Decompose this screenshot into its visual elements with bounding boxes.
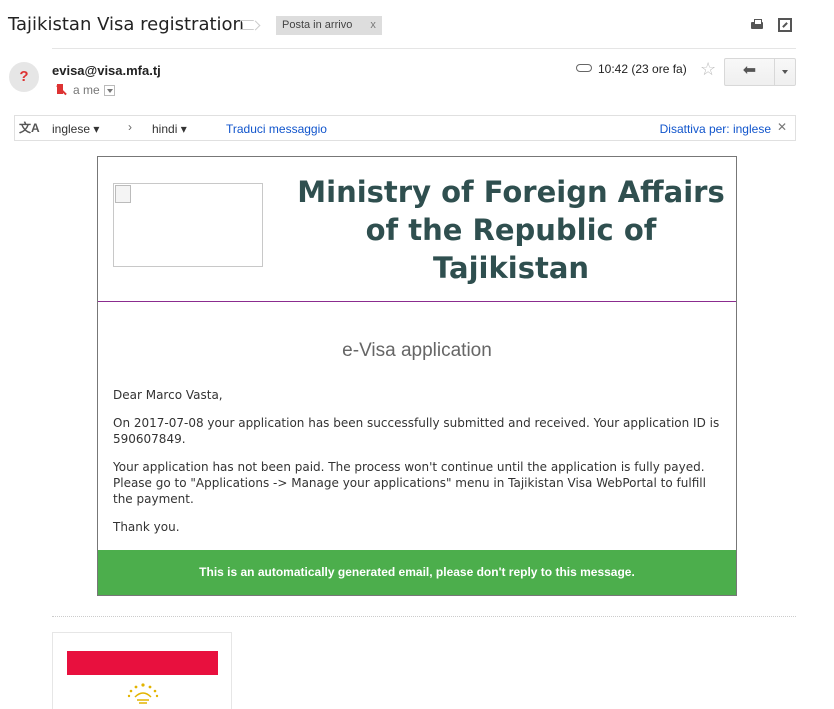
ministry-title: Ministry of Foreign Affairs of the Repub… — [297, 175, 725, 285]
crown-emblem-icon — [127, 683, 159, 704]
evisa-title: e-Visa application — [342, 340, 492, 361]
flag-red-stripe — [67, 651, 218, 675]
paragraph-application-id: On 2017-07-08 your application has been … — [113, 416, 720, 446]
close-icon[interactable]: ✕ — [777, 120, 787, 134]
subject-bar: Tajikistan Visa registration Posta in ar… — [0, 0, 834, 48]
star-icon[interactable]: ☆ — [700, 59, 716, 80]
remove-label-button[interactable]: x — [370, 19, 376, 31]
unknown-sender-icon: ? — [9, 62, 39, 92]
divider — [52, 48, 796, 49]
print-icon[interactable] — [750, 18, 764, 32]
paragraph-instructions: Please go to "Applications -> Manage you… — [113, 476, 706, 506]
flag-image[interactable] — [52, 632, 232, 709]
message-time: 10:42 (23 ore fa) — [598, 62, 687, 76]
top-actions — [740, 18, 792, 37]
source-language-select[interactable]: inglese ▾ — [52, 122, 99, 136]
more-options-button[interactable] — [774, 59, 795, 85]
translate-message-link[interactable]: Traduci messaggio — [226, 122, 327, 136]
closing: Thank you. — [113, 520, 180, 534]
translate-icon: 文A — [19, 121, 40, 135]
message-meta: 10:42 (23 ore fa) — [576, 62, 687, 76]
recipient-text: a me — [73, 83, 100, 97]
popout-icon[interactable] — [778, 18, 792, 32]
reply-group: ⬅ — [724, 58, 796, 86]
email-body: Ministry of Foreign Affairs of the Repub… — [97, 156, 737, 596]
inbox-label-text: Posta in arrivo — [282, 19, 353, 31]
translate-bar: 文A inglese ▾ › hindi ▾ Traduci messaggio… — [14, 115, 796, 141]
details-dropdown-icon[interactable] — [103, 85, 115, 96]
reply-button[interactable]: ⬅ — [725, 59, 774, 85]
message-header: ? evisa@visa.mfa.tj a me 10:42 (23 ore f… — [0, 52, 834, 108]
recipient-line: a me — [56, 83, 115, 97]
label-icon[interactable] — [240, 20, 254, 30]
sender-address[interactable]: evisa@visa.mfa.tj — [52, 63, 161, 78]
broken-image-icon — [113, 183, 263, 267]
email-subject: Tajikistan Visa registration — [8, 14, 244, 35]
email-text: Dear Marco Vasta, On 2017-07-08 your app… — [113, 387, 723, 547]
inbox-label-chip[interactable]: Posta in arrivo x — [276, 16, 382, 35]
chevron-right-icon: › — [128, 120, 132, 134]
attachment-icon — [576, 64, 592, 72]
greeting: Dear Marco Vasta, — [113, 388, 223, 402]
disable-translation-link[interactable]: Disattiva per: inglese — [660, 122, 771, 136]
reply-icon: ⬅ — [742, 62, 757, 79]
paragraph-payment: Your application has not been paid. The … — [113, 460, 705, 474]
attachment-divider — [52, 616, 796, 617]
auto-generated-footer: This is an automatically generated email… — [98, 550, 736, 595]
no-entry-icon — [56, 84, 67, 95]
email-banner: Ministry of Foreign Affairs of the Repub… — [98, 157, 736, 302]
target-language-select[interactable]: hindi ▾ — [152, 122, 187, 136]
